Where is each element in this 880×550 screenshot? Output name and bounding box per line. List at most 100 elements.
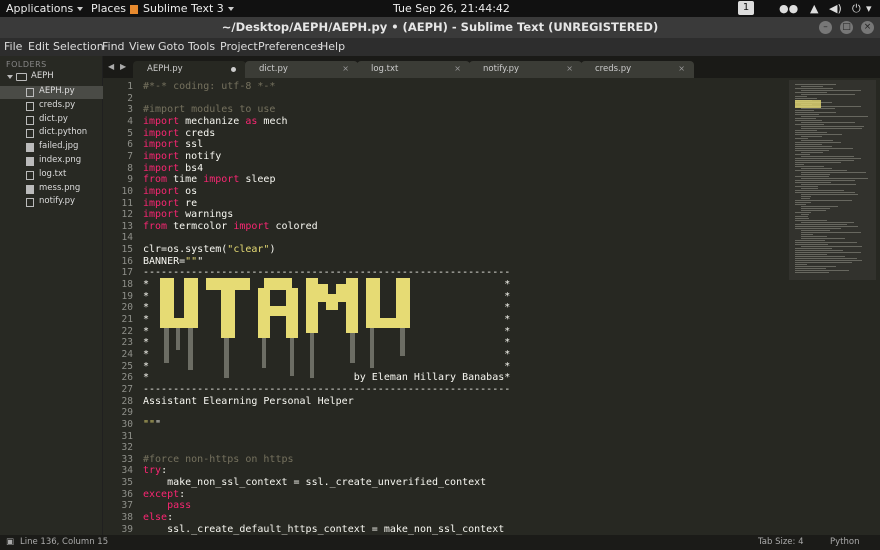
- maximize-button[interactable]: □: [840, 21, 853, 34]
- sidebar-file-item[interactable]: dict.python: [0, 127, 103, 140]
- minimap-line: [795, 248, 832, 249]
- chevron-down-icon[interactable]: [7, 75, 13, 79]
- code-line[interactable]: #*-* coding: utf-8 *-*: [143, 81, 275, 92]
- editor[interactable]: 1 2 3 4 5 6 7 8 9 10 11 12 13 14 15 16 17 18 19 20 21 22 23 24 2…: [103, 78, 880, 535]
- banner-drip: [400, 328, 405, 356]
- line-number: 8: [127, 162, 133, 174]
- code-line[interactable]: import re: [143, 198, 197, 209]
- code-line[interactable]: #import modules to use: [143, 104, 275, 115]
- code-line[interactable]: from termcolor import colored: [143, 221, 318, 232]
- line-number: 16: [121, 255, 133, 267]
- sidebar-file-label: dict.python: [39, 127, 88, 138]
- tab-item[interactable]: dict.py ×: [245, 61, 358, 78]
- applications-menu[interactable]: Applications: [6, 1, 84, 16]
- menu-goto[interactable]: Goto: [158, 40, 184, 53]
- syntax-mode[interactable]: Python: [830, 537, 859, 547]
- minimap-line: [801, 246, 862, 247]
- minimap-line: [801, 140, 833, 141]
- chevron-down-icon[interactable]: ▾: [866, 2, 872, 15]
- minimap-line: [795, 120, 822, 121]
- window-titlebar[interactable]: ~/Desktop/AEPH/AEPH.py • (AEPH) - Sublim…: [0, 17, 880, 38]
- code-line[interactable]: else:: [143, 512, 173, 523]
- menu-tools[interactable]: Tools: [188, 40, 215, 53]
- code-line[interactable]: pass: [143, 500, 191, 511]
- minimize-button[interactable]: –: [819, 21, 832, 34]
- menu-help[interactable]: Help: [320, 40, 345, 53]
- code-line[interactable]: ssl._create_default_https_context = make…: [143, 524, 504, 535]
- close-button[interactable]: ×: [861, 21, 874, 34]
- code-line[interactable]: import warnings: [143, 209, 233, 220]
- code-line[interactable]: #force non-https on https: [143, 454, 294, 465]
- sidebar-file-item[interactable]: index.png: [0, 155, 103, 168]
- wifi-icon[interactable]: ▲: [810, 2, 818, 15]
- sidebar-file-item[interactable]: dict.py: [0, 114, 103, 127]
- minimap-line: [801, 196, 811, 197]
- code-line[interactable]: BANNER=""": [143, 256, 203, 267]
- code-line[interactable]: """: [143, 419, 161, 430]
- power-icon[interactable]: ⏻: [852, 2, 861, 16]
- menu-view[interactable]: View: [129, 40, 155, 53]
- workspace-indicator[interactable]: 1: [738, 1, 754, 15]
- code-line[interactable]: import notify: [143, 151, 221, 162]
- menu-preferences[interactable]: Preferences: [258, 40, 323, 53]
- banner-block: [258, 306, 298, 316]
- minimap-line: [795, 118, 816, 119]
- code-line[interactable]: ----------------------------------------…: [143, 267, 510, 278]
- sidebar-file-item[interactable]: failed.jpg: [0, 141, 103, 154]
- minimap-line: [801, 236, 827, 237]
- close-icon[interactable]: ×: [566, 64, 573, 73]
- tab-item[interactable]: creds.py ×: [581, 61, 694, 78]
- code-line[interactable]: import ssl: [143, 139, 203, 150]
- minimap-line: [801, 214, 809, 215]
- tab-item[interactable]: log.txt ×: [357, 61, 470, 78]
- tab-label: creds.py: [595, 64, 632, 74]
- banner-ascii-art: [160, 278, 410, 378]
- sidebar-file-item[interactable]: mess.png: [0, 183, 103, 196]
- minimap-line: [795, 132, 827, 133]
- line-number: 1: [127, 81, 133, 92]
- tab-prev-icon[interactable]: ◀: [108, 62, 114, 71]
- code-line[interactable]: make_non_ssl_context = ssl._create_unver…: [143, 477, 486, 488]
- minimap-line: [795, 264, 807, 265]
- code-line[interactable]: import creds: [143, 128, 215, 139]
- menu-edit[interactable]: Edit: [28, 40, 49, 53]
- minimap-line: [801, 222, 854, 223]
- sidebar-file-item[interactable]: log.txt: [0, 169, 103, 182]
- code-line[interactable]: Assistant Elearning Personal Helper: [143, 396, 354, 407]
- file-icon: [26, 88, 34, 97]
- menu-selection[interactable]: Selection: [53, 40, 104, 53]
- menu-find[interactable]: Find: [102, 40, 125, 53]
- volume-icon[interactable]: ◀): [829, 2, 842, 15]
- sidebar-file-item[interactable]: creds.py: [0, 100, 103, 113]
- tab-item[interactable]: notify.py ×: [469, 61, 582, 78]
- active-app-menu[interactable]: Sublime Text 3: [130, 1, 234, 16]
- tab-next-icon[interactable]: ▶: [120, 62, 126, 71]
- code-line[interactable]: except:: [143, 489, 185, 500]
- minimap-line: [795, 166, 824, 167]
- code-line[interactable]: clr=os.system("clear"): [143, 244, 275, 255]
- folder-item[interactable]: AEPH: [0, 71, 103, 84]
- code-line[interactable]: import os: [143, 186, 197, 197]
- tab-item[interactable]: AEPH.py: [133, 61, 246, 78]
- sidebar-file-item[interactable]: AEPH.py: [0, 86, 103, 99]
- banner-drip: [350, 333, 355, 363]
- code-line[interactable]: import bs4: [143, 163, 203, 174]
- code-line[interactable]: import mechanize as mech: [143, 116, 288, 127]
- menu-file[interactable]: File: [4, 40, 22, 53]
- close-icon[interactable]: ×: [678, 64, 685, 73]
- tab-size[interactable]: Tab Size: 4: [758, 537, 804, 547]
- panel-toggle-icon[interactable]: ▣: [6, 537, 14, 547]
- modified-dot-icon[interactable]: [231, 67, 236, 72]
- sidebar-file-item[interactable]: notify.py: [0, 196, 103, 209]
- code-line[interactable]: from time import sleep: [143, 174, 275, 185]
- line-number: 17: [121, 267, 133, 279]
- close-icon[interactable]: ×: [454, 64, 461, 73]
- close-icon[interactable]: ×: [342, 64, 349, 73]
- users-icon[interactable]: ●●: [779, 2, 798, 15]
- minimap-line: [795, 242, 857, 243]
- code-line[interactable]: try:: [143, 465, 167, 476]
- minimap-line: [795, 110, 814, 111]
- menu-project[interactable]: Project: [220, 40, 258, 53]
- minimap[interactable]: [789, 78, 880, 535]
- clock[interactable]: Tue Sep 26, 21:44:42: [393, 1, 510, 16]
